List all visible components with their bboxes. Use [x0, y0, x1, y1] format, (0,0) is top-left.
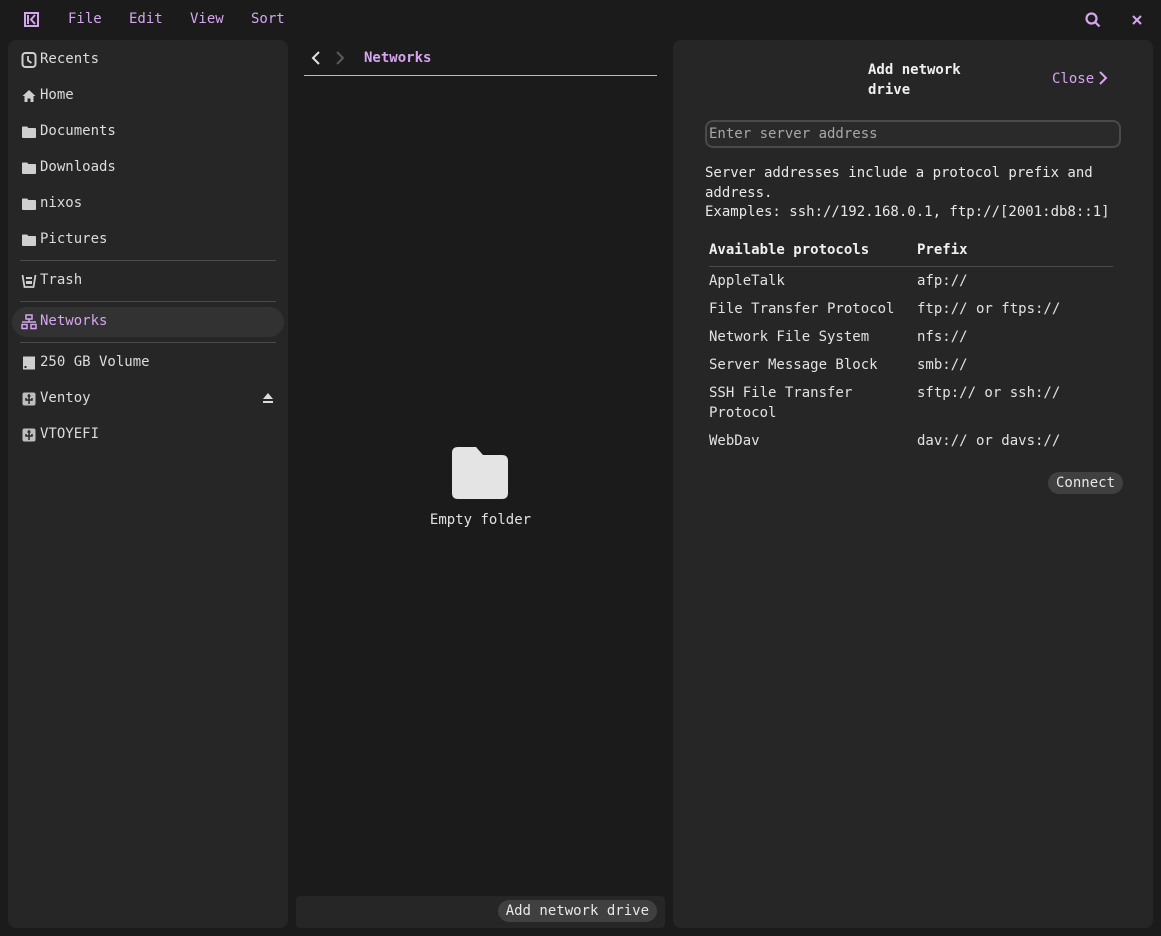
sidebar-item-networks[interactable]: Networks: [12, 307, 284, 337]
menu-sort[interactable]: Sort: [251, 11, 285, 27]
protocol-name: AppleTalk: [709, 273, 785, 289]
sidebar-item-home[interactable]: Home: [12, 81, 284, 111]
sidebar: Recents Home Documents Downloads nixos P…: [8, 40, 288, 928]
sidebar-item-label: Downloads: [40, 159, 116, 175]
sidebar-item-label: 250 GB Volume: [40, 354, 150, 370]
protocol-prefix: dav:// or davs://: [917, 433, 1061, 449]
add-network-drive-panel: Add network drive Close Server addresses…: [673, 40, 1153, 928]
chevron-right-icon: [1099, 71, 1108, 85]
sidebar-item-250gb-volume[interactable]: 250 GB Volume: [12, 348, 284, 378]
folder-icon: [22, 198, 36, 210]
file-manager-window: File Edit View Sort Recents Home Documen…: [0, 0, 1161, 936]
sidebar-item-ventoy[interactable]: Ventoy: [12, 384, 284, 414]
protocol-prefix: afp://: [917, 273, 968, 289]
protocol-name: SSH File Transfer Protocol: [709, 385, 853, 421]
protocol-prefix: sftp:// or ssh://: [917, 385, 1061, 401]
protocol-name: WebDav: [709, 433, 760, 449]
panel-title: Add network drive: [868, 62, 961, 98]
protocol-name: Server Message Block: [709, 357, 878, 373]
home-icon: [22, 90, 36, 102]
help-line: Server addresses include a protocol pref…: [705, 165, 1093, 181]
usb-drive-icon: [22, 392, 36, 406]
server-address-input[interactable]: [705, 120, 1121, 148]
network-icon: [21, 314, 37, 330]
sidebar-item-label: Trash: [40, 272, 83, 288]
file-view: Networks Empty folder Add network drive: [296, 40, 665, 928]
folder-icon: [22, 162, 36, 174]
clock-icon: [21, 52, 37, 68]
folder-icon: [452, 447, 508, 499]
sidebar-item-documents[interactable]: Documents: [12, 117, 284, 147]
bottom-bar: Add network drive: [296, 896, 665, 928]
sidebar-toggle-icon[interactable]: [24, 12, 39, 27]
breadcrumb-networks[interactable]: Networks: [364, 50, 431, 66]
header-bar: File Edit View Sort: [0, 0, 1161, 40]
add-network-drive-button[interactable]: Add network drive: [497, 900, 657, 922]
empty-folder-label: Empty folder: [429, 512, 532, 528]
sidebar-item-label: Ventoy: [40, 390, 91, 406]
sidebar-divider: [20, 342, 276, 343]
sidebar-item-pictures[interactable]: Pictures: [12, 225, 284, 255]
folder-icon: [22, 126, 36, 138]
folder-icon: [22, 234, 36, 246]
sidebar-item-label: Home: [40, 87, 74, 103]
sidebar-item-nixos[interactable]: nixos: [12, 189, 284, 219]
help-line: Examples: ssh://192.168.0.1, ftp://[2001…: [705, 204, 1110, 220]
sidebar-item-vtoyefi[interactable]: VTOYEFI: [12, 420, 284, 450]
sidebar-item-recents[interactable]: Recents: [12, 45, 284, 75]
sidebar-divider: [20, 301, 276, 302]
connect-button[interactable]: Connect: [1048, 472, 1124, 494]
eject-icon[interactable]: [262, 392, 274, 404]
protocol-name: File Transfer Protocol: [709, 301, 895, 317]
sidebar-item-label: Recents: [40, 51, 100, 67]
trash-icon: [21, 274, 37, 288]
header-protocols: Available protocols: [709, 242, 870, 258]
sidebar-divider: [20, 260, 276, 261]
protocol-name: Network File System: [709, 329, 870, 345]
breadcrumb-underline: [304, 75, 657, 76]
protocol-prefix: ftp:// or ftps://: [917, 301, 1061, 317]
menu-file[interactable]: File: [68, 11, 102, 27]
table-header-divider: [709, 266, 1113, 267]
protocol-prefix: nfs://: [917, 329, 968, 345]
sidebar-item-label: nixos: [40, 195, 83, 211]
search-icon[interactable]: [1084, 11, 1102, 29]
protocol-prefix: smb://: [917, 357, 968, 373]
menu-view[interactable]: View: [190, 11, 224, 27]
close-label: Close: [1052, 71, 1095, 87]
sidebar-item-label: Pictures: [40, 231, 108, 247]
close-panel-button[interactable]: Close: [1052, 70, 1108, 87]
sidebar-item-downloads[interactable]: Downloads: [12, 153, 284, 183]
help-line: address.: [705, 184, 773, 201]
sidebar-item-label: Networks: [40, 313, 108, 329]
sidebar-item-trash[interactable]: Trash: [12, 266, 284, 296]
sidebar-item-label: Documents: [40, 123, 116, 139]
drive-icon: [23, 356, 35, 370]
sidebar-item-label: VTOYEFI: [40, 426, 100, 442]
usb-drive-icon: [22, 428, 36, 442]
close-icon[interactable]: [1128, 11, 1146, 29]
header-prefix: Prefix: [917, 242, 968, 258]
help-text: Server addresses include a protocol pref…: [705, 164, 1125, 223]
menu-edit[interactable]: Edit: [129, 11, 163, 27]
back-icon[interactable]: [308, 49, 324, 67]
forward-icon[interactable]: [332, 49, 348, 67]
